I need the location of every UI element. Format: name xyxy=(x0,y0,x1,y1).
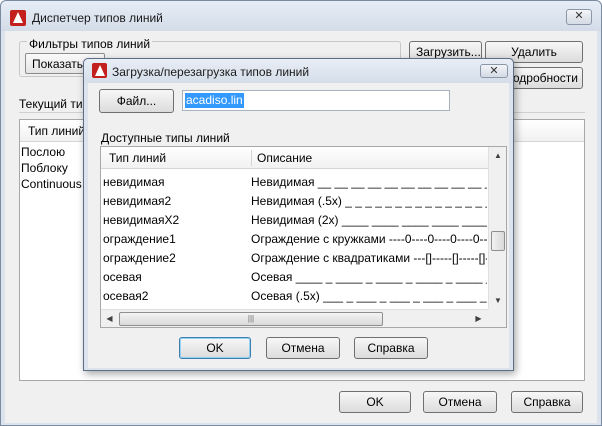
linetype-description: Осевая (.5x) ___ _ ___ _ ___ _ ___ _ ___… xyxy=(251,289,487,303)
horizontal-scrollbar[interactable]: ◀ ||| ▶ xyxy=(101,309,488,327)
linetype-description: Ограждение с кружками ----0----0----0---… xyxy=(251,232,487,246)
linetype-name: невидимаяX2 xyxy=(103,213,180,227)
autocad-logo-icon xyxy=(10,10,26,26)
list-item[interactable]: Поблоку xyxy=(21,161,68,175)
dialog-client-area: Файл... acadiso.lin Доступные типы линий… xyxy=(88,83,509,368)
scrollbar-corner xyxy=(488,309,506,327)
table-row[interactable]: невидимая Невидимая __ __ __ __ __ __ __… xyxy=(101,173,488,192)
linetype-description: Невидимая (.5x) _ _ _ _ _ _ _ _ _ _ _ _ … xyxy=(251,194,487,208)
list-header: Тип линий Описание xyxy=(101,147,488,169)
column-header-linetype[interactable]: Тип линий xyxy=(28,124,85,138)
table-row[interactable]: невидимая2 Невидимая (.5x) _ _ _ _ _ _ _… xyxy=(101,192,488,211)
load-linetypes-dialog: Загрузка/перезагрузка типов линий ✕ Файл… xyxy=(83,58,514,371)
close-icon[interactable]: ✕ xyxy=(480,64,508,78)
file-name-field[interactable]: acadiso.lin xyxy=(182,90,450,111)
ok-button[interactable]: OK xyxy=(339,391,411,413)
window-title: Диспетчер типов линий xyxy=(32,11,163,25)
help-button[interactable]: Справка xyxy=(511,391,583,413)
list-item[interactable]: Послою xyxy=(21,145,65,159)
file-button[interactable]: Файл... xyxy=(99,89,174,113)
cancel-button[interactable]: Отмена xyxy=(266,337,340,359)
linetype-description: Невидимая (2x) ____ ____ ____ ____ ____ … xyxy=(251,213,487,227)
linetype-description: Осевая ____ _ ____ _ ____ _ ____ _ ____ … xyxy=(251,270,487,284)
scroll-up-icon[interactable]: ▲ xyxy=(489,147,506,164)
available-linetypes-list[interactable]: Тип линий Описание невидимая Невидимая _… xyxy=(100,146,507,328)
horizontal-scroll-thumb[interactable]: ||| xyxy=(119,312,383,326)
scroll-left-icon[interactable]: ◀ xyxy=(101,310,118,327)
autocad-logo-icon xyxy=(92,63,107,78)
column-header-description[interactable]: Описание xyxy=(257,151,312,165)
linetype-name: ограждение2 xyxy=(103,251,176,265)
table-row[interactable]: ограждение2 Ограждение с квадратиками --… xyxy=(101,249,488,268)
dialog-title-bar: Загрузка/перезагрузка типов линий ✕ xyxy=(84,59,513,83)
filters-label: Фильтры типов линий xyxy=(27,37,153,51)
column-header-linetype[interactable]: Тип линий xyxy=(109,151,166,165)
vertical-scroll-thumb[interactable] xyxy=(491,231,505,251)
table-row[interactable]: осевая2 Осевая (.5x) ___ _ ___ _ ___ _ _… xyxy=(101,287,488,306)
vertical-scrollbar[interactable]: ▲ ▼ xyxy=(488,147,506,309)
file-name-value: acadiso.lin xyxy=(185,93,244,108)
available-linetypes-label: Доступные типы линий xyxy=(101,131,230,145)
table-row[interactable]: невидимаяX2 Невидимая (2x) ____ ____ ___… xyxy=(101,211,488,230)
dialog-title: Загрузка/перезагрузка типов линий xyxy=(112,65,310,79)
close-icon[interactable]: ✕ xyxy=(566,9,592,25)
linetype-name: невидимая2 xyxy=(103,194,172,208)
details-button[interactable]: одробности xyxy=(511,67,583,89)
linetype-name: ограждение1 xyxy=(103,232,176,246)
scroll-down-icon[interactable]: ▼ xyxy=(489,292,506,309)
linetype-name: осевая xyxy=(103,270,142,284)
ok-button[interactable]: OK xyxy=(179,337,251,359)
list-item[interactable]: Continuous xyxy=(21,177,82,191)
linetype-name: осевая2 xyxy=(103,289,149,303)
scroll-right-icon[interactable]: ▶ xyxy=(470,310,487,327)
linetype-name: невидимая xyxy=(103,175,165,189)
linetype-description: Невидимая __ __ __ __ __ __ __ __ __ __ … xyxy=(251,175,487,189)
title-bar: Диспетчер типов линий ✕ xyxy=(1,1,601,31)
current-linetype-label: Текущий тип xyxy=(19,97,90,111)
column-divider[interactable] xyxy=(251,150,252,166)
linetype-description: Ограждение с квадратиками ---[]-----[]--… xyxy=(251,251,487,265)
help-button[interactable]: Справка xyxy=(354,337,428,359)
table-row[interactable]: осевая Осевая ____ _ ____ _ ____ _ ____ … xyxy=(101,268,488,287)
table-row[interactable]: ограждение1 Ограждение с кружками ----0-… xyxy=(101,230,488,249)
cancel-button[interactable]: Отмена xyxy=(423,391,497,413)
